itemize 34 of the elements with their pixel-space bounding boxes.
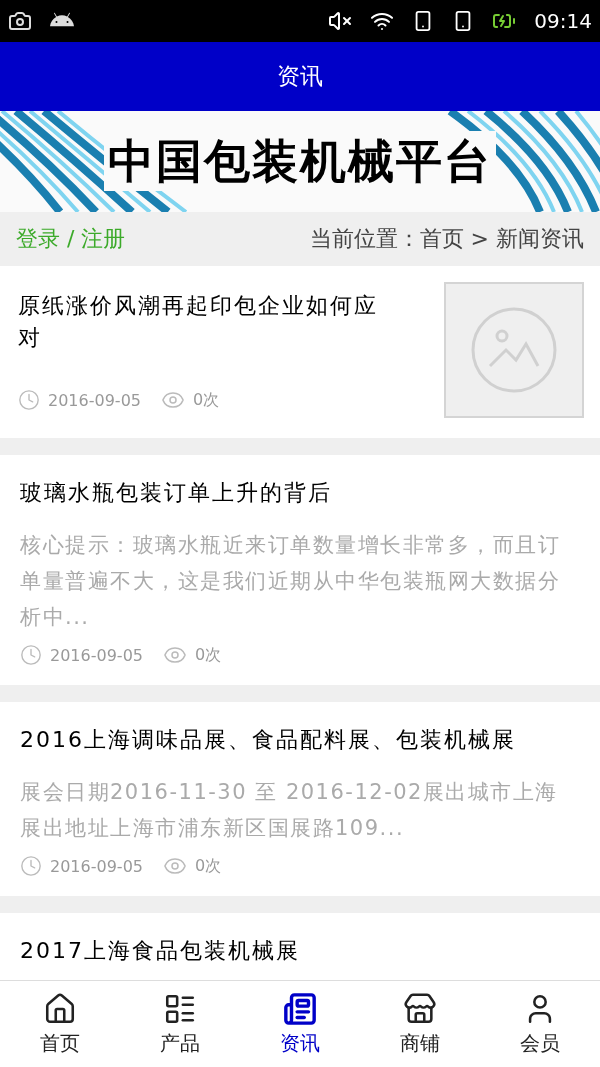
- clock-icon: [20, 855, 42, 877]
- image-placeholder-icon: [470, 306, 558, 394]
- article-card[interactable]: 原纸涨价风潮再起印包企业如何应对 2016-09-05 0次: [0, 266, 600, 438]
- tab[interactable]: 商铺: [360, 981, 480, 1067]
- banner-title: 中国包装机械平台: [104, 131, 496, 191]
- article-summary: 展会日期2016-11-30 至 2016-12-02展出城市上海展出地址上海市浦东新区国展路109...: [20, 779, 559, 842]
- clock-icon: [18, 389, 40, 411]
- article-card[interactable]: 2017上海食品包装机械展: [0, 913, 600, 980]
- newspaper-icon: [283, 991, 317, 1026]
- article-date: 2016-09-05: [50, 856, 143, 876]
- view-count: 0次: [193, 389, 220, 411]
- tab[interactable]: 产品: [120, 981, 240, 1067]
- clock-icon: [20, 644, 42, 666]
- tab[interactable]: 资讯: [240, 981, 360, 1067]
- clock-time: 09:14: [534, 9, 592, 33]
- mute-icon: [328, 9, 353, 33]
- article-title[interactable]: 2017上海食品包装机械展: [20, 935, 580, 967]
- article-title[interactable]: 2016上海调味品展、食品配料展、包装机械展: [20, 724, 580, 756]
- view-count: 0次: [195, 855, 222, 877]
- store-icon: [403, 991, 437, 1026]
- article-title[interactable]: 原纸涨价风潮再起印包企业如何应对: [18, 290, 398, 374]
- article-date: 2016-09-05: [48, 390, 141, 410]
- article-title[interactable]: 玻璃水瓶包装订单上升的背后: [20, 477, 580, 509]
- article-card[interactable]: 2016上海调味品展、食品配料展、包装机械展 展会日期2016-11-30 至 2016-12-02展出城市上海展出地址上海市浦东新区国展路109... 2016-09-05 0次: [0, 702, 600, 896]
- view-count: 0次: [195, 644, 222, 666]
- tab[interactable]: 首页: [0, 981, 120, 1067]
- page-title: 资讯: [277, 62, 323, 91]
- article-card[interactable]: 玻璃水瓶包装订单上升的背后 核心提示：玻璃水瓶近来订单数量增长非常多，而且订单量普遍不大，这是我们近期从中华包装瓶网大数据分析中... 2016-09-05 0次: [0, 455, 600, 685]
- article-summary: 核心提示：玻璃水瓶近来订单数量增长非常多，而且订单量普遍不大，这是我们近期从中华包装瓶网大数据分析中...: [20, 532, 561, 631]
- camera-icon: [8, 9, 32, 33]
- tab[interactable]: 会员: [480, 981, 600, 1067]
- breadcrumb: 当前位置：首页 > 新闻资讯: [309, 225, 584, 253]
- home-icon: [43, 991, 77, 1026]
- article-date: 2016-09-05: [50, 645, 143, 665]
